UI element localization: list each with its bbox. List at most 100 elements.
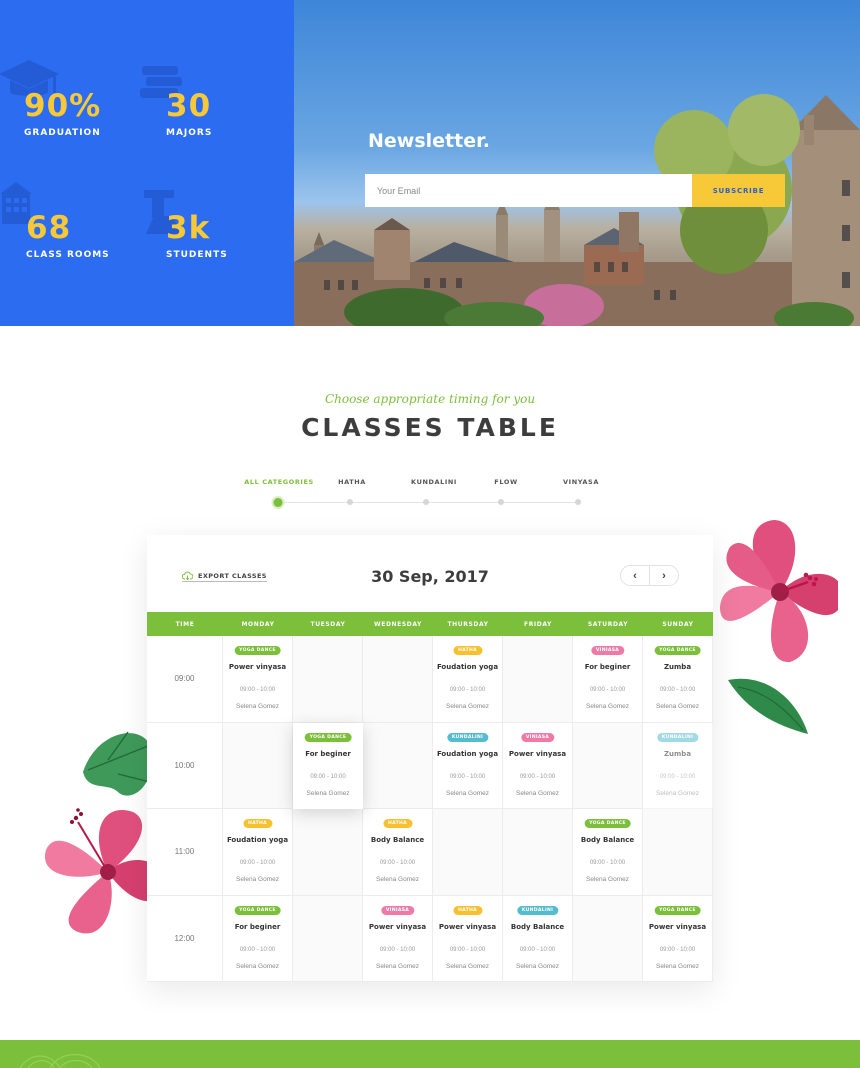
- class-teacher: Selena Gomez: [306, 789, 350, 797]
- class-slot[interactable]: HATHA Power vinyasa 09:00 - 10:00 Selena Go…: [433, 895, 503, 982]
- column-header-saturday: SATURDAY: [587, 620, 629, 628]
- class-teacher: Selena Gomez: [376, 876, 419, 883]
- stats-panel: 90% GRADUATION 30 MAJORS 68 CLASS ROOMS: [0, 0, 294, 326]
- empty-slot: [503, 809, 573, 896]
- prev-button[interactable]: ‹: [621, 566, 650, 585]
- column-header-thursday: THURSDAY: [447, 620, 489, 628]
- class-teacher: Selena Gomez: [516, 962, 559, 970]
- class-tag-badge: VINIASA: [380, 905, 415, 915]
- class-tag-badge: YOGA DANCE: [234, 905, 281, 915]
- class-tag-badge: YOGA DANCE: [654, 905, 701, 915]
- empty-slot: [293, 636, 363, 723]
- class-slot[interactable]: VINIASA Power vinyasa 09:00 - 10:00 Selena …: [503, 722, 573, 809]
- class-hours: 09:00 - 10:00: [589, 687, 626, 693]
- empty-slot: [643, 809, 713, 896]
- empty-slot: [293, 809, 363, 896]
- stat-value: 68: [26, 210, 72, 246]
- column-header-tuesday: TUESDAY: [310, 620, 346, 628]
- empty-slot: [223, 722, 293, 809]
- class-slot[interactable]: YOGA DANCE Power vinyasa 09:00 - 10:00 Sele…: [223, 636, 293, 723]
- class-name: For beginer: [305, 749, 351, 758]
- time-cell: 10:00: [147, 722, 223, 809]
- class-name: Body Balance: [510, 922, 565, 931]
- empty-slot: [293, 895, 363, 982]
- stat-label: STUDENTS: [166, 250, 228, 260]
- stat-value: 3k: [166, 210, 211, 246]
- class-hours: 09:00 - 10:00: [589, 860, 626, 866]
- section-title: CLASSES TABLE: [301, 413, 559, 442]
- category-dot[interactable]: [575, 499, 581, 505]
- class-name: Power vinyasa: [648, 922, 707, 931]
- class-hours: 09:00 - 10:00: [449, 687, 486, 693]
- class-name: Foudation yoga: [436, 663, 499, 671]
- class-slot[interactable]: HATHA Foudation yoga 09:00 - 10:00 Selena G…: [223, 809, 293, 896]
- class-teacher: Selena Gomez: [446, 789, 489, 797]
- class-hours: 09:00 - 10:00: [310, 773, 346, 780]
- class-tag-badge: KUNDALINI: [656, 732, 699, 742]
- category-dot-active[interactable]: [273, 497, 283, 507]
- class-slot[interactable]: HATHA Foudation yoga 09:00 - 10:00 Selena G…: [433, 636, 503, 723]
- table-row: 09:00 YOGA DANCE Power vinyasa 09:00 - 10:0…: [147, 636, 713, 723]
- table-row: 10:00 YOGA DANCE For beginer 09:00 - 10:00 S…: [147, 722, 713, 809]
- category-dot[interactable]: [498, 499, 504, 505]
- class-tag-badge: HATHA: [242, 819, 273, 828]
- subscribe-button[interactable]: SUBSCRIBE: [692, 174, 785, 207]
- class-slot[interactable]: YOGA DANCE For beginer 09:00 - 10:00 Selena…: [223, 895, 293, 982]
- empty-slot: [573, 722, 643, 809]
- class-teacher: Selena Gomez: [446, 962, 489, 970]
- stat-students: 3k STUDENTS: [144, 190, 228, 260]
- category-dot[interactable]: [347, 499, 353, 505]
- class-tag-badge: HATHA: [382, 819, 413, 828]
- tab-kundalini[interactable]: KUNDALINI: [411, 478, 457, 486]
- column-header-time: TIME: [175, 620, 195, 628]
- time-cell: 12:00: [147, 895, 223, 982]
- category-dot[interactable]: [423, 499, 429, 505]
- table-row: 11:00 HATHA Foudation yoga 09:00 - 10:00 Sel…: [147, 809, 713, 896]
- class-slot[interactable]: YOGA DANCE Zumba 09:00 - 10:00 Selena Gomez: [643, 636, 713, 723]
- class-slot[interactable]: KUNDALINI Body Balance 09:00 - 10:00 Selena…: [503, 895, 573, 982]
- campus-photo: Newsletter. Your Email SUBSCRIBE: [294, 0, 860, 326]
- tab-hatha[interactable]: HATHA: [338, 478, 366, 486]
- class-name: Power vinyasa: [228, 663, 287, 671]
- class-teacher: Selena Gomez: [236, 703, 279, 710]
- stat-label: CLASS ROOMS: [26, 250, 110, 260]
- tab-all-categories[interactable]: ALL CATEGORIES: [244, 478, 314, 486]
- class-teacher: Selena Gomez: [376, 962, 419, 970]
- class-teacher: Selena Gomez: [586, 876, 629, 883]
- stat-class-rooms: 68 CLASS ROOMS: [0, 182, 110, 260]
- tab-vinyasa[interactable]: VINYASA: [563, 478, 599, 486]
- empty-slot: [433, 809, 503, 896]
- category-filter: ALL CATEGORIES HATHA KUNDALINI FLOW VINY…: [240, 478, 620, 510]
- email-field[interactable]: Your Email: [365, 174, 693, 207]
- class-slot[interactable]: VINIASA Power vinyasa 09:00 - 10:00 Selena …: [363, 895, 433, 982]
- empty-slot: [503, 636, 573, 723]
- column-header-friday: FRIDAY: [524, 620, 552, 628]
- class-tag-badge: KUNDALINI: [446, 732, 489, 742]
- tab-flow[interactable]: FLOW: [494, 478, 517, 486]
- class-slot[interactable]: VINIASA For beginer 09:00 - 10:00 Selena Go…: [573, 636, 643, 723]
- class-tag-badge: YOGA DANCE: [234, 646, 281, 655]
- empty-slot: [573, 895, 643, 982]
- class-hours: 09:00 - 10:00: [239, 946, 276, 953]
- class-tag-badge: KUNDALINI: [516, 905, 559, 915]
- class-slot[interactable]: HATHA Body Balance 09:00 - 10:00 Selena Gom…: [363, 809, 433, 896]
- class-slot[interactable]: YOGA DANCE Power vinyasa 09:00 - 10:00 Sele…: [643, 895, 713, 982]
- class-name: Body Balance: [370, 836, 425, 844]
- class-teacher: Selena Gomez: [656, 789, 699, 797]
- class-hours: 09:00 - 10:00: [659, 687, 696, 693]
- stat-graduation: 90% GRADUATION: [0, 60, 101, 138]
- class-slot[interactable]: YOGA DANCE For beginer 09:00 - 10:00 Selena…: [293, 722, 363, 809]
- class-teacher: Selena Gomez: [656, 703, 699, 710]
- classes-table-card: EXPORT CLASSES 30 Sep, 2017 ‹ › TIME MOND…: [147, 535, 713, 982]
- empty-slot: [363, 722, 433, 809]
- next-button[interactable]: ›: [650, 566, 678, 585]
- class-slot[interactable]: KUNDALINI Foudation yoga 09:00 - 10:00 Sele…: [433, 722, 503, 809]
- class-hours: 09:00 - 10:00: [449, 946, 486, 953]
- class-name: Power vinyasa: [368, 922, 427, 931]
- class-tag-badge: YOGA DANCE: [584, 819, 631, 828]
- class-name: For beginer: [584, 663, 631, 671]
- class-slot[interactable]: YOGA DANCE Body Balance 09:00 - 10:00 Selen…: [573, 809, 643, 896]
- class-slot[interactable]: KUNDALINI Zumba 09:00 - 10:00 Selena Gomez: [643, 722, 713, 809]
- class-name: Power vinyasa: [508, 749, 567, 758]
- class-hours: 09:00 - 10:00: [519, 773, 556, 780]
